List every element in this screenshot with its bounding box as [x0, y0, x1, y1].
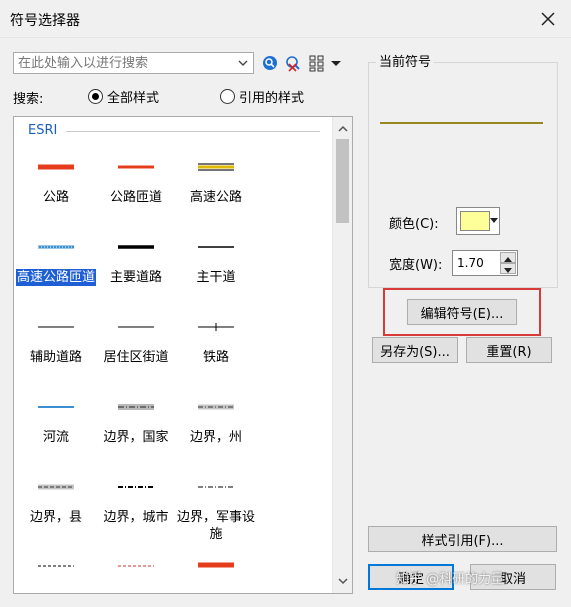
search-input[interactable] [14, 53, 234, 73]
symbol-item[interactable]: 主干道 [176, 225, 256, 305]
symbol-item[interactable]: 主要道路 [96, 225, 176, 305]
symbol-label: 边界，城市 [103, 510, 169, 525]
gallery-scrollbar[interactable] [332, 117, 352, 593]
symbol-item[interactable]: 边界，城市 [96, 465, 176, 545]
current-symbol-preview [380, 122, 543, 124]
symbol-item[interactable]: 河流 [16, 385, 96, 465]
symbol-item-selected[interactable]: 高速公路匝道 [16, 225, 96, 305]
grid-view-icon[interactable] [308, 54, 326, 72]
title-bar: 符号选择器 [0, 0, 571, 38]
symbol-label: 边界，军事设施 [176, 510, 255, 542]
view-menu-arrow-icon[interactable] [329, 54, 343, 72]
chevron-down-icon [490, 218, 498, 223]
width-input[interactable] [453, 251, 499, 275]
symbol-label: 边界，县 [29, 510, 82, 525]
style-references-button[interactable]: 样式引用(F)... [368, 526, 557, 552]
symbol-item[interactable]: 铁路 [176, 305, 256, 385]
scroll-down-icon[interactable] [337, 575, 349, 587]
symbol-item[interactable]: 边界，军事设施 [176, 465, 256, 545]
chevron-down-icon[interactable] [235, 55, 251, 71]
save-as-button[interactable]: 另存为(S)... [372, 337, 458, 363]
watermark: 知乎 @科研的力量 [396, 572, 505, 587]
symbol-label: 铁路 [202, 350, 229, 365]
search-icon[interactable] [261, 54, 279, 72]
symbol-item[interactable]: 边界，县 [16, 465, 96, 545]
symbol-item[interactable]: 居住区街道 [96, 305, 176, 385]
radio-all-styles[interactable]: 全部样式 [88, 87, 159, 106]
symbol-label: 河流 [42, 430, 69, 445]
radio-all-styles-label: 全部样式 [107, 91, 160, 106]
clear-search-icon[interactable] [284, 54, 302, 72]
reset-button[interactable]: 重置(R) [466, 337, 552, 363]
partial-symbol [118, 565, 154, 567]
symbol-label: 高速公路 [189, 190, 242, 205]
symbol-label: 公路 [42, 190, 69, 205]
stepper-down-button[interactable] [500, 263, 516, 274]
current-symbol-legend: 当前符号 [376, 51, 435, 70]
edit-symbol-button[interactable]: 编辑符号(E)... [407, 299, 517, 325]
symbol-gallery: ESRI 公路 公路匝道 高速公路 高速公路匝道 主要道路 主干道 辅助道路 居… [13, 116, 353, 594]
radio-dot-checked [88, 89, 103, 104]
color-picker[interactable] [456, 207, 500, 235]
symbol-item[interactable]: 高速公路 [176, 145, 256, 225]
width-label: 宽度(W): [389, 258, 443, 273]
color-label: 颜色(C): [389, 217, 439, 232]
group-header: ESRI [28, 123, 58, 138]
symbol-label: 主干道 [196, 270, 236, 285]
window-title: 符号选择器 [10, 13, 80, 29]
width-stepper [452, 250, 518, 276]
symbol-label: 边界，国家 [103, 430, 169, 445]
radio-referenced-styles-label: 引用的样式 [239, 91, 305, 106]
symbol-label: 高速公路匝道 [16, 269, 96, 286]
symbol-label: 公路匝道 [109, 190, 162, 205]
symbol-item[interactable]: 辅助道路 [16, 305, 96, 385]
group-divider [66, 131, 320, 132]
partial-symbol [38, 565, 74, 567]
scroll-thumb[interactable] [336, 139, 349, 223]
symbol-label: 辅助道路 [29, 350, 82, 365]
partial-symbol [198, 562, 234, 568]
symbol-item[interactable]: 公路匝道 [96, 145, 176, 225]
close-icon[interactable] [537, 8, 559, 30]
symbol-item[interactable]: 边界，国家 [96, 385, 176, 465]
symbol-item[interactable]: 边界，州 [176, 385, 256, 465]
radio-dot [220, 89, 235, 104]
color-swatch [460, 211, 490, 231]
search-scope-label: 搜索: [13, 92, 44, 107]
symbol-label: 居住区街道 [103, 350, 169, 365]
radio-referenced-styles[interactable]: 引用的样式 [220, 87, 304, 106]
symbol-item[interactable]: 公路 [16, 145, 96, 225]
search-box [13, 52, 254, 74]
symbol-label: 主要道路 [109, 270, 162, 285]
stepper-up-button[interactable] [500, 252, 516, 263]
symbol-label: 边界，州 [189, 430, 242, 445]
arrow-down-icon [504, 268, 512, 273]
scroll-up-icon[interactable] [337, 123, 349, 135]
